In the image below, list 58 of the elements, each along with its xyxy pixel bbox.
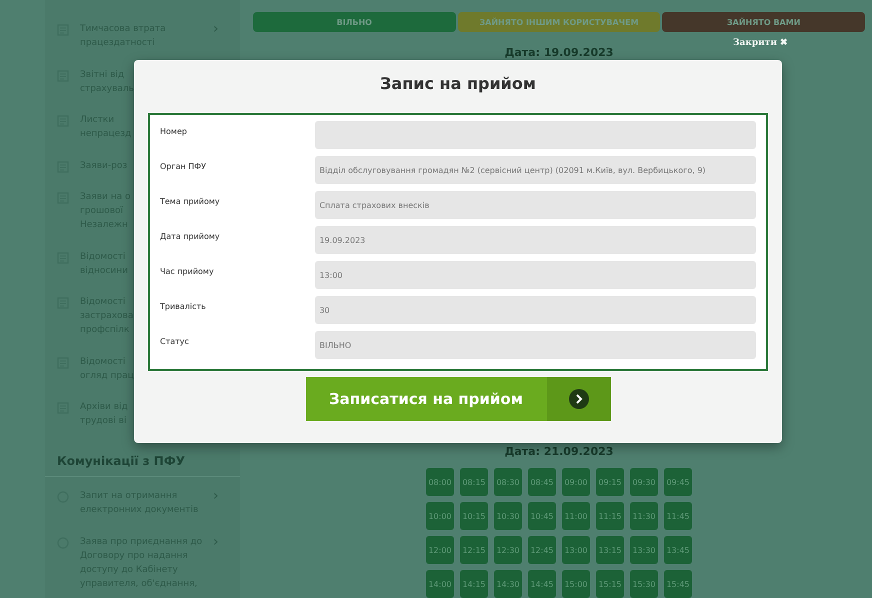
legend-item: ЗАЙНЯТО ВАМИ <box>662 12 866 32</box>
time-slot[interactable]: 09:30 <box>630 468 658 496</box>
field-label: Час прийому <box>160 266 215 276</box>
time-slot[interactable]: 10:30 <box>494 502 522 530</box>
time-slot[interactable]: 09:15 <box>596 468 624 496</box>
time-slot[interactable]: 15:45 <box>664 570 692 598</box>
time-slot[interactable]: 13:45 <box>664 536 692 564</box>
chevron-icon: › <box>213 489 219 503</box>
input-field[interactable]: 19.09.2023 <box>315 226 756 254</box>
time-slot[interactable]: 12:30 <box>494 536 522 564</box>
field-label: Тривалість <box>160 302 207 310</box>
chevron-icon: › <box>213 22 219 36</box>
chevron-icon <box>568 388 590 410</box>
time-slot[interactable]: 15:00 <box>562 570 590 598</box>
chevron-icon: › <box>213 534 219 548</box>
time-slot[interactable]: 14:45 <box>528 570 556 598</box>
modal-title: Запис на прийом <box>380 74 536 93</box>
time-slot[interactable]: 15:15 <box>596 570 624 598</box>
input-field[interactable]: ВІЛЬНО <box>315 331 756 359</box>
field-label: Статус <box>160 336 190 346</box>
close-button[interactable]: Закрити ✖ <box>733 37 788 48</box>
time-slot[interactable]: 11:30 <box>630 502 658 530</box>
time-slot[interactable]: 12:15 <box>460 536 488 564</box>
input-field[interactable] <box>315 121 756 149</box>
legend-item: ВІЛЬНО <box>253 12 456 32</box>
input-field[interactable]: Відділ обслуговування громадян №2 (сервісний центр) (02091 м.Київ, вул. Вербицького, 9) <box>315 156 756 184</box>
time-slot[interactable]: 10:00 <box>426 502 454 530</box>
time-slot[interactable]: 10:45 <box>528 502 556 530</box>
time-slot[interactable]: 12:45 <box>528 536 556 564</box>
time-slot[interactable]: 15:30 <box>630 570 658 598</box>
field-label: Тема прийому <box>160 196 221 206</box>
time-slot[interactable]: 08:00 <box>426 468 454 496</box>
time-slot[interactable]: 09:45 <box>664 468 692 496</box>
field-label: Орган ПФУ <box>160 162 208 170</box>
input-field[interactable]: 13:00 <box>315 261 756 289</box>
time-slot[interactable]: 13:30 <box>630 536 658 564</box>
legend-item: ЗАЙНЯТО ІНШИМ КОРИСТУВАЧЕМ <box>458 12 660 32</box>
submit-button[interactable]: Записатися на прийом <box>306 377 610 421</box>
time-slot[interactable]: 13:15 <box>596 536 624 564</box>
time-slot[interactable]: 08:30 <box>494 468 522 496</box>
time-slot[interactable]: 10:15 <box>460 502 488 530</box>
field-label: Номер <box>160 126 188 136</box>
time-slot[interactable]: 13:00 <box>562 536 590 564</box>
time-slot[interactable]: 14:15 <box>460 570 488 598</box>
time-slot[interactable]: 08:15 <box>460 468 488 496</box>
input-field[interactable]: 30 <box>315 296 756 324</box>
time-slot[interactable]: 11:00 <box>562 502 590 530</box>
time-slot[interactable]: 09:00 <box>562 468 590 496</box>
time-slot[interactable]: 14:30 <box>494 570 522 598</box>
time-slot[interactable]: 08:45 <box>528 468 556 496</box>
time-slot[interactable]: 12:00 <box>426 536 454 564</box>
time-slot[interactable]: 11:15 <box>596 502 624 530</box>
time-slot[interactable]: 14:00 <box>426 570 454 598</box>
field-label: Дата прийому <box>160 232 221 240</box>
date-heading: Дата: 21.09.2023 <box>504 445 614 458</box>
input-field[interactable]: Сплата страхових внесків <box>315 191 756 219</box>
date-heading: Дата: 19.09.2023 <box>504 46 614 59</box>
time-slot[interactable]: 11:45 <box>664 502 692 530</box>
